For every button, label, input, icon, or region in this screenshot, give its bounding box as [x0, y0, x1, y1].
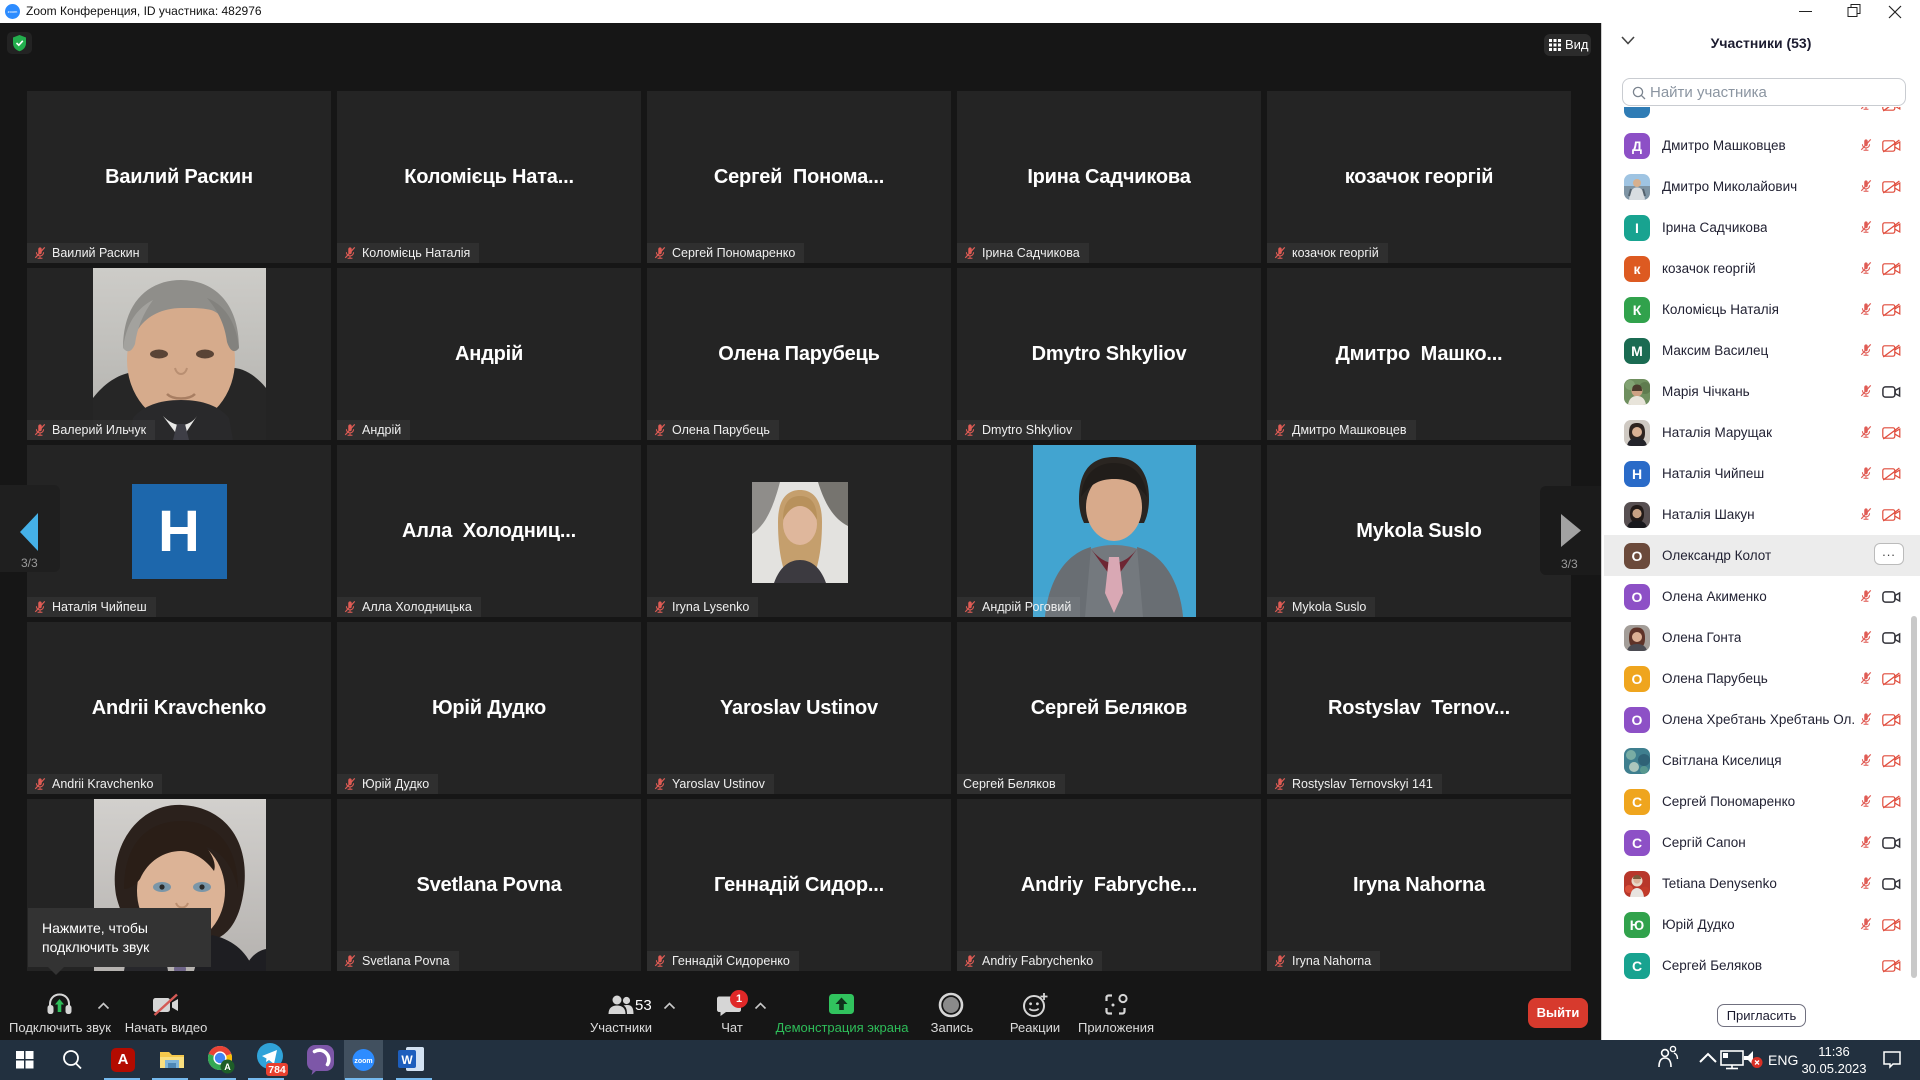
svg-text:zoom: zoom — [354, 1058, 372, 1065]
svg-text:W: W — [401, 1053, 413, 1067]
svg-text:A: A — [224, 1062, 231, 1072]
svg-text:784: 784 — [268, 1064, 286, 1076]
